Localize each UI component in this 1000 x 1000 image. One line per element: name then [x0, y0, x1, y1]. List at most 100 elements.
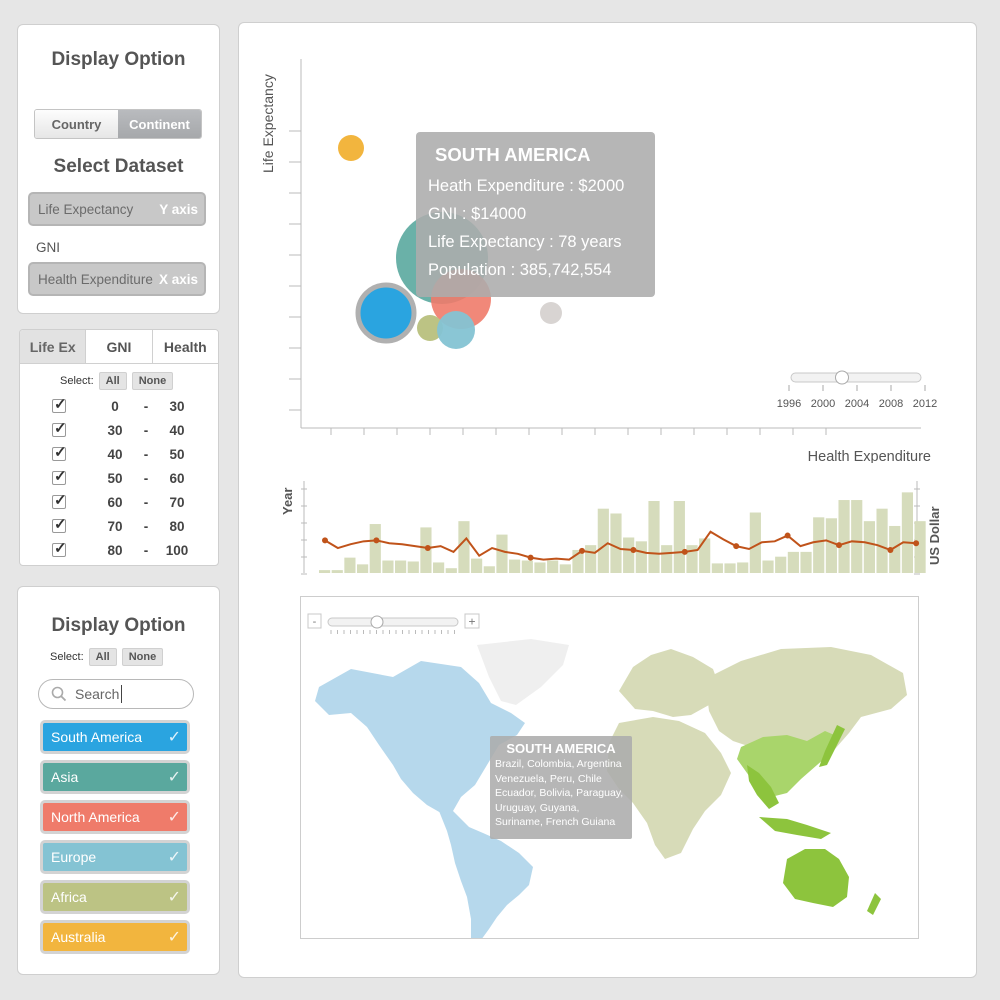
zoom-slider-track[interactable]	[327, 617, 459, 627]
region-indonesia[interactable]	[759, 817, 831, 839]
timeline-bar[interactable]	[787, 551, 799, 573]
tab-life-ex[interactable]: Life Ex	[20, 330, 87, 364]
timeline-bar[interactable]	[458, 521, 470, 573]
timeline-bar[interactable]	[623, 537, 635, 573]
timeline-bar[interactable]	[724, 563, 736, 573]
timeline-bar[interactable]	[597, 508, 609, 573]
range-row[interactable]: 80 -100	[52, 539, 190, 560]
timeline-bar[interactable]	[433, 562, 445, 573]
world-map[interactable]: - + SOUTH AMERICA Brazil, Colombia, Arge…	[300, 596, 919, 939]
timeline-bar[interactable]	[559, 564, 571, 573]
timeline-bar[interactable]	[331, 570, 343, 573]
range-row[interactable]: 50 - 60	[52, 467, 190, 488]
tab-health[interactable]: Health	[152, 330, 218, 364]
bubble-other[interactable]	[540, 302, 562, 324]
timeline-bar[interactable]	[762, 560, 774, 573]
dataset-life-expectancy[interactable]: Life Expectancy Y axis	[28, 192, 206, 226]
timeline-bar[interactable]	[661, 545, 673, 573]
timeline-bar[interactable]	[521, 560, 533, 573]
timeline-bar[interactable]	[635, 541, 647, 573]
timeline-bar[interactable]	[395, 560, 407, 573]
timeline-bar[interactable]	[496, 534, 508, 573]
timeline-bar[interactable]	[547, 560, 559, 573]
range-checkbox[interactable]	[52, 515, 67, 533]
select-all-button[interactable]: All	[98, 372, 127, 390]
range-checkbox[interactable]	[52, 395, 67, 413]
timeline-bar[interactable]	[509, 559, 521, 573]
timeline-bar[interactable]	[813, 517, 825, 573]
timeline-bar[interactable]	[876, 508, 888, 573]
timeline-bar[interactable]	[648, 501, 660, 573]
range-row[interactable]: 30 - 40	[52, 419, 190, 440]
range-row[interactable]: 60 - 70	[52, 491, 190, 512]
tab-gni[interactable]: GNI	[86, 330, 153, 364]
timeline-bar[interactable]	[737, 562, 749, 573]
timeline-bar[interactable]	[483, 566, 495, 573]
region-australia[interactable]	[783, 849, 849, 907]
timeline-bar[interactable]	[585, 545, 597, 573]
range-checkbox[interactable]	[52, 491, 67, 509]
timeline-bar[interactable]	[775, 556, 787, 573]
timeline-bar[interactable]	[901, 492, 913, 573]
timeline-bar[interactable]	[825, 518, 837, 573]
dataset-health-expenditure[interactable]: Health Expenditure X axis	[28, 262, 206, 296]
timeline-bar[interactable]	[369, 524, 381, 573]
timeline-bar[interactable]	[471, 558, 483, 573]
timeline-bar[interactable]	[673, 501, 685, 573]
timeline-bar[interactable]	[610, 513, 622, 573]
continent-item[interactable]: Africa ✓	[40, 880, 190, 914]
bubble-south-america[interactable]	[355, 282, 417, 344]
timeline-bar[interactable]	[445, 568, 457, 573]
select-all-button[interactable]: All	[88, 648, 117, 666]
timeline-point[interactable]	[836, 542, 842, 549]
bubble-europe[interactable]	[437, 311, 475, 349]
range-checkbox[interactable]	[52, 443, 67, 461]
timeline-point[interactable]	[681, 548, 688, 555]
timeline-point[interactable]	[887, 546, 894, 553]
timeline-point[interactable]	[424, 545, 431, 552]
range-checkbox[interactable]	[52, 467, 67, 485]
timeline-point[interactable]	[733, 543, 740, 550]
timeline-bar[interactable]	[838, 500, 850, 573]
timeline-point[interactable]	[784, 532, 791, 539]
continent-item[interactable]: South America ✓	[40, 720, 190, 754]
dataset-gni[interactable]: GNI	[36, 240, 60, 255]
timeline-bar[interactable]	[851, 500, 863, 573]
select-none-button[interactable]: None	[131, 372, 174, 390]
timeline-bar[interactable]	[914, 521, 926, 573]
search-input[interactable]: Search	[38, 679, 194, 709]
zoom-slider-handle[interactable]	[370, 615, 384, 629]
timeline-bar[interactable]	[800, 551, 812, 573]
range-checkbox[interactable]	[52, 539, 67, 557]
year-slider-track[interactable]	[790, 372, 922, 383]
timeline-point[interactable]	[630, 546, 637, 553]
region-greenland[interactable]	[477, 639, 569, 705]
timeline-bar[interactable]	[863, 521, 875, 573]
timeline-bar[interactable]	[699, 538, 711, 573]
timeline-bar[interactable]	[319, 570, 331, 573]
range-row[interactable]: 40 - 50	[52, 443, 190, 464]
timeline-point[interactable]	[527, 554, 534, 561]
select-none-button[interactable]: None	[121, 648, 164, 666]
timeline-point[interactable]	[322, 537, 328, 544]
timeline-bar[interactable]	[357, 564, 369, 573]
continent-item[interactable]: Europe ✓	[40, 840, 190, 874]
timeline-bar[interactable]	[407, 561, 419, 573]
continent-item[interactable]: North America ✓	[40, 800, 190, 834]
continent-toggle-button[interactable]: Continent	[118, 110, 201, 138]
region-new-zealand[interactable]	[867, 893, 881, 915]
range-checkbox[interactable]	[52, 419, 67, 437]
timeline-point[interactable]	[913, 540, 920, 547]
timeline-bar[interactable]	[534, 562, 546, 573]
timeline-bar[interactable]	[382, 560, 394, 573]
range-row[interactable]: 70 - 80	[52, 515, 190, 536]
country-toggle-button[interactable]: Country	[35, 110, 118, 138]
bubble-australia[interactable]	[338, 135, 364, 161]
range-row[interactable]: 0 - 30	[52, 395, 190, 416]
continent-item[interactable]: Asia ✓	[40, 760, 190, 794]
timeline-bar[interactable]	[711, 563, 723, 573]
timeline-point[interactable]	[579, 547, 585, 554]
timeline-bar[interactable]	[344, 557, 356, 573]
year-slider-handle[interactable]	[835, 370, 849, 385]
timeline-point[interactable]	[373, 537, 380, 544]
